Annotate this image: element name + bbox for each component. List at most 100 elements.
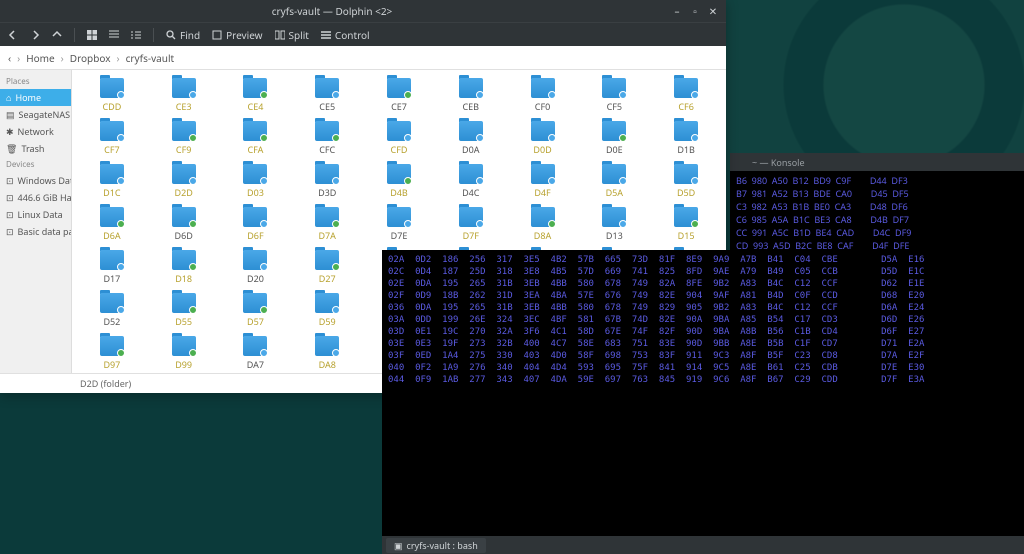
- folder-label: D5D: [677, 186, 695, 199]
- sidebar-item-seagate[interactable]: ▤SeagateNAS: [0, 106, 71, 123]
- folder-item[interactable]: D1C: [76, 162, 148, 201]
- sync-badge-icon: [691, 220, 699, 228]
- folder-item[interactable]: D2D: [148, 162, 220, 201]
- folder-item[interactable]: D97: [76, 334, 148, 373]
- folder-icon: [243, 293, 267, 313]
- folder-item[interactable]: D99: [148, 334, 220, 373]
- folder-item[interactable]: CFC: [291, 119, 363, 158]
- maximize-button[interactable]: ▫: [690, 4, 700, 18]
- folder-icon: [602, 207, 626, 227]
- find-button[interactable]: Find: [166, 28, 200, 42]
- folder-item[interactable]: D0D: [507, 119, 579, 158]
- titlebar[interactable]: cryfs-vault — Dolphin <2> – ▫ ✕: [0, 0, 726, 22]
- folder-label: CF7: [104, 143, 120, 156]
- pending-badge-icon: [404, 220, 412, 228]
- pending-badge-icon: [404, 134, 412, 142]
- folder-item[interactable]: D7F: [435, 205, 507, 244]
- folder-item[interactable]: D6D: [148, 205, 220, 244]
- icons-view-button[interactable]: [87, 30, 97, 40]
- details-view-button[interactable]: [131, 30, 141, 40]
- sync-badge-icon: [332, 134, 340, 142]
- taskbar-entry[interactable]: ▣ cryfs-vault : bash: [386, 538, 486, 553]
- folder-item[interactable]: D7A: [291, 205, 363, 244]
- sidebar-item-home[interactable]: ⌂Home: [0, 89, 71, 106]
- folder-item[interactable]: CF5: [578, 76, 650, 115]
- folder-icon: [315, 336, 339, 356]
- breadcrumb-current[interactable]: cryfs-vault: [126, 51, 175, 65]
- folder-item[interactable]: D7E: [363, 205, 435, 244]
- folder-label: D59: [319, 315, 336, 328]
- pending-badge-icon: [260, 349, 268, 357]
- compact-view-button[interactable]: [109, 30, 119, 40]
- sidebar-item-basic[interactable]: ⊡Basic data partition: [0, 223, 71, 240]
- minimize-button[interactable]: –: [672, 4, 682, 18]
- folder-item[interactable]: D55: [148, 291, 220, 330]
- preview-button[interactable]: Preview: [212, 28, 262, 42]
- control-button[interactable]: Control: [321, 28, 370, 42]
- folder-item[interactable]: D03: [220, 162, 292, 201]
- breadcrumb-home[interactable]: Home: [26, 51, 54, 65]
- folder-item[interactable]: CE4: [220, 76, 292, 115]
- folder-item[interactable]: D4B: [363, 162, 435, 201]
- folder-item[interactable]: CE7: [363, 76, 435, 115]
- folder-item[interactable]: D52: [76, 291, 148, 330]
- home-icon: ⌂: [6, 91, 11, 104]
- folder-label: CFC: [319, 143, 335, 156]
- folder-item[interactable]: CF7: [76, 119, 148, 158]
- folder-item[interactable]: D1B: [650, 119, 722, 158]
- folder-item[interactable]: D4C: [435, 162, 507, 201]
- folder-item[interactable]: CF9: [148, 119, 220, 158]
- folder-item[interactable]: D5D: [650, 162, 722, 201]
- folder-item[interactable]: D17: [76, 248, 148, 287]
- folder-item[interactable]: D6F: [220, 205, 292, 244]
- folder-item[interactable]: CF0: [507, 76, 579, 115]
- split-button[interactable]: Split: [275, 28, 309, 42]
- folder-item[interactable]: D4F: [507, 162, 579, 201]
- folder-item[interactable]: CDD: [76, 76, 148, 115]
- sync-badge-icon: [117, 220, 125, 228]
- folder-item[interactable]: CEB: [435, 76, 507, 115]
- folder-item[interactable]: CF6: [650, 76, 722, 115]
- folder-item[interactable]: D0A: [435, 119, 507, 158]
- sidebar-item-trash[interactable]: 🗑Trash: [0, 140, 71, 157]
- folder-item[interactable]: D59: [291, 291, 363, 330]
- folder-icon: [243, 121, 267, 141]
- sidebar-item-linux[interactable]: ⊡Linux Data: [0, 206, 71, 223]
- pending-badge-icon: [548, 91, 556, 99]
- forward-button[interactable]: [30, 30, 40, 40]
- sidebar-item-hdd[interactable]: ⊡446.6 GiB Hard Drive: [0, 189, 71, 206]
- folder-label: D4F: [534, 186, 550, 199]
- folder-item[interactable]: D57: [220, 291, 292, 330]
- konsole-title-text: ~ — Konsole: [752, 156, 805, 169]
- breadcrumb-sep: ›: [117, 51, 120, 65]
- pending-badge-icon: [260, 263, 268, 271]
- terminal-main[interactable]: 02A 0D2 186 256 317 3E5 4B2 57B 665 73D …: [382, 250, 1024, 536]
- folder-item[interactable]: DA7: [220, 334, 292, 373]
- sidebar-item-network[interactable]: ✱Network: [0, 123, 71, 140]
- folder-item[interactable]: D5A: [578, 162, 650, 201]
- folder-icon: [243, 78, 267, 98]
- close-button[interactable]: ✕: [708, 4, 718, 18]
- folder-item[interactable]: CE3: [148, 76, 220, 115]
- breadcrumb-back-icon[interactable]: ‹: [8, 51, 11, 65]
- folder-item[interactable]: D8A: [507, 205, 579, 244]
- folder-label: D15: [678, 229, 695, 242]
- folder-item[interactable]: D20: [220, 248, 292, 287]
- sync-badge-icon: [619, 134, 627, 142]
- folder-item[interactable]: CFA: [220, 119, 292, 158]
- folder-item[interactable]: D27: [291, 248, 363, 287]
- folder-item[interactable]: D0E: [578, 119, 650, 158]
- folder-item[interactable]: CFD: [363, 119, 435, 158]
- folder-item[interactable]: D6A: [76, 205, 148, 244]
- back-button[interactable]: [8, 30, 18, 40]
- folder-item[interactable]: D3D: [291, 162, 363, 201]
- folder-icon: [459, 121, 483, 141]
- sidebar-item-windows[interactable]: ⊡Windows Data: [0, 172, 71, 189]
- up-button[interactable]: [52, 30, 62, 40]
- folder-item[interactable]: D13: [578, 205, 650, 244]
- folder-item[interactable]: DA8: [291, 334, 363, 373]
- folder-item[interactable]: D18: [148, 248, 220, 287]
- breadcrumb-dropbox[interactable]: Dropbox: [70, 51, 111, 65]
- folder-item[interactable]: CE5: [291, 76, 363, 115]
- folder-item[interactable]: D15: [650, 205, 722, 244]
